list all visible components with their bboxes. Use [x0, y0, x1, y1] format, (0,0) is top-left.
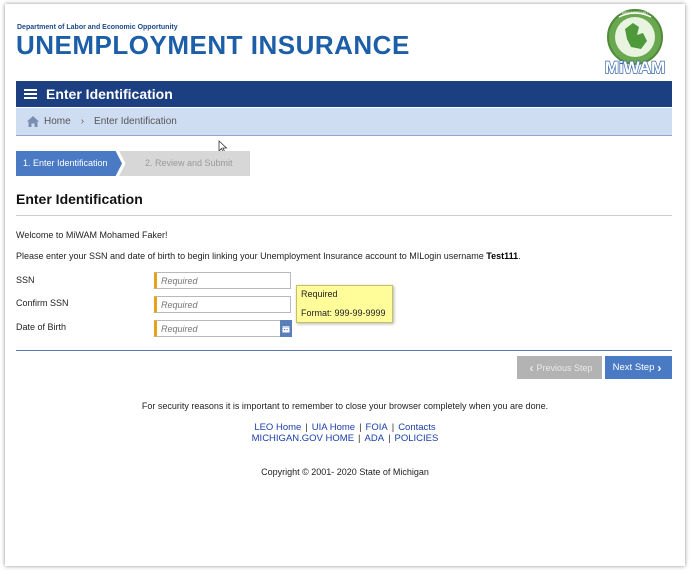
- michigan-gov-home-link[interactable]: MICHIGAN.GOV HOME: [252, 433, 354, 444]
- breadcrumb: Home › Enter Identification: [16, 108, 672, 136]
- calendar-icon: [282, 325, 290, 332]
- navbar-title: Enter Identification: [46, 86, 173, 102]
- site-title: UNEMPLOYMENT INSURANCE: [16, 30, 410, 60]
- home-icon[interactable]: [26, 115, 40, 128]
- instruction-prefix: Please enter your SSN and date of birth …: [16, 251, 487, 261]
- policies-link[interactable]: POLICIES: [395, 433, 439, 444]
- chevron-left-icon: ‹: [529, 360, 534, 375]
- section-divider: [16, 215, 672, 216]
- previous-step-label: Previous Step: [536, 362, 593, 373]
- tooltip-format: Format: 999-99-9999: [301, 308, 386, 318]
- contacts-link[interactable]: Contacts: [398, 422, 436, 433]
- copyright: Copyright © 2001- 2020 State of Michigan: [261, 467, 429, 477]
- ssn-input[interactable]: [154, 272, 291, 289]
- page-navbar: Enter Identification: [16, 81, 672, 107]
- footer-links-row1: LEO Home | UIA Home | FOIA | Contacts: [254, 422, 436, 433]
- calendar-button[interactable]: [280, 320, 292, 337]
- next-step-button[interactable]: Next Step ›: [605, 356, 672, 379]
- step-enter-identification: 1. Enter Identification: [16, 151, 122, 176]
- ssn-format-tooltip: Required Format: 999-99-9999: [296, 285, 393, 323]
- welcome-message: Welcome to MiWAM Mohamed Faker!: [16, 230, 168, 240]
- breadcrumb-home-link[interactable]: Home: [44, 116, 71, 127]
- footer-links-row2: MICHIGAN.GOV HOME | ADA | POLICIES: [251, 433, 439, 444]
- instruction-suffix: .: [518, 251, 521, 261]
- login-username: Test111: [486, 251, 519, 261]
- logo-ring-text: MICHIGAN WEB ACCOUNT MANAGER: [603, 11, 668, 15]
- chevron-right-icon: ›: [657, 360, 662, 375]
- logo-text: MiWAM: [605, 58, 665, 77]
- step-review-submit: 2. Review and Submit: [119, 151, 250, 176]
- breadcrumb-current: Enter Identification: [94, 116, 177, 127]
- dob-input[interactable]: [154, 320, 281, 337]
- dob-label: Date of Birth: [16, 322, 67, 332]
- leo-home-link[interactable]: LEO Home: [254, 422, 301, 433]
- ssn-label: SSN: [16, 275, 35, 285]
- security-notice: For security reasons it is important to …: [141, 401, 549, 411]
- confirm-ssn-input[interactable]: [154, 296, 291, 313]
- ada-link[interactable]: ADA: [365, 433, 385, 444]
- page-frame: Department of Labor and Economic Opportu…: [5, 4, 685, 566]
- uia-home-link[interactable]: UIA Home: [312, 422, 355, 433]
- next-step-label: Next Step: [612, 362, 655, 373]
- confirm-ssn-label: Confirm SSN: [16, 298, 69, 308]
- form-divider: [16, 350, 672, 351]
- tooltip-required: Required: [301, 289, 338, 299]
- hamburger-icon[interactable]: [24, 89, 37, 99]
- site-header: Department of Labor and Economic Opportu…: [5, 4, 685, 80]
- instruction-text: Please enter your SSN and date of birth …: [16, 251, 521, 261]
- section-title: Enter Identification: [16, 191, 143, 207]
- previous-step-button[interactable]: ‹ Previous Step: [517, 356, 602, 379]
- foia-link[interactable]: FOIA: [366, 422, 388, 433]
- breadcrumb-separator: ›: [80, 116, 85, 127]
- miwam-logo: MICHIGAN WEB ACCOUNT MANAGER MiWAM: [603, 9, 668, 77]
